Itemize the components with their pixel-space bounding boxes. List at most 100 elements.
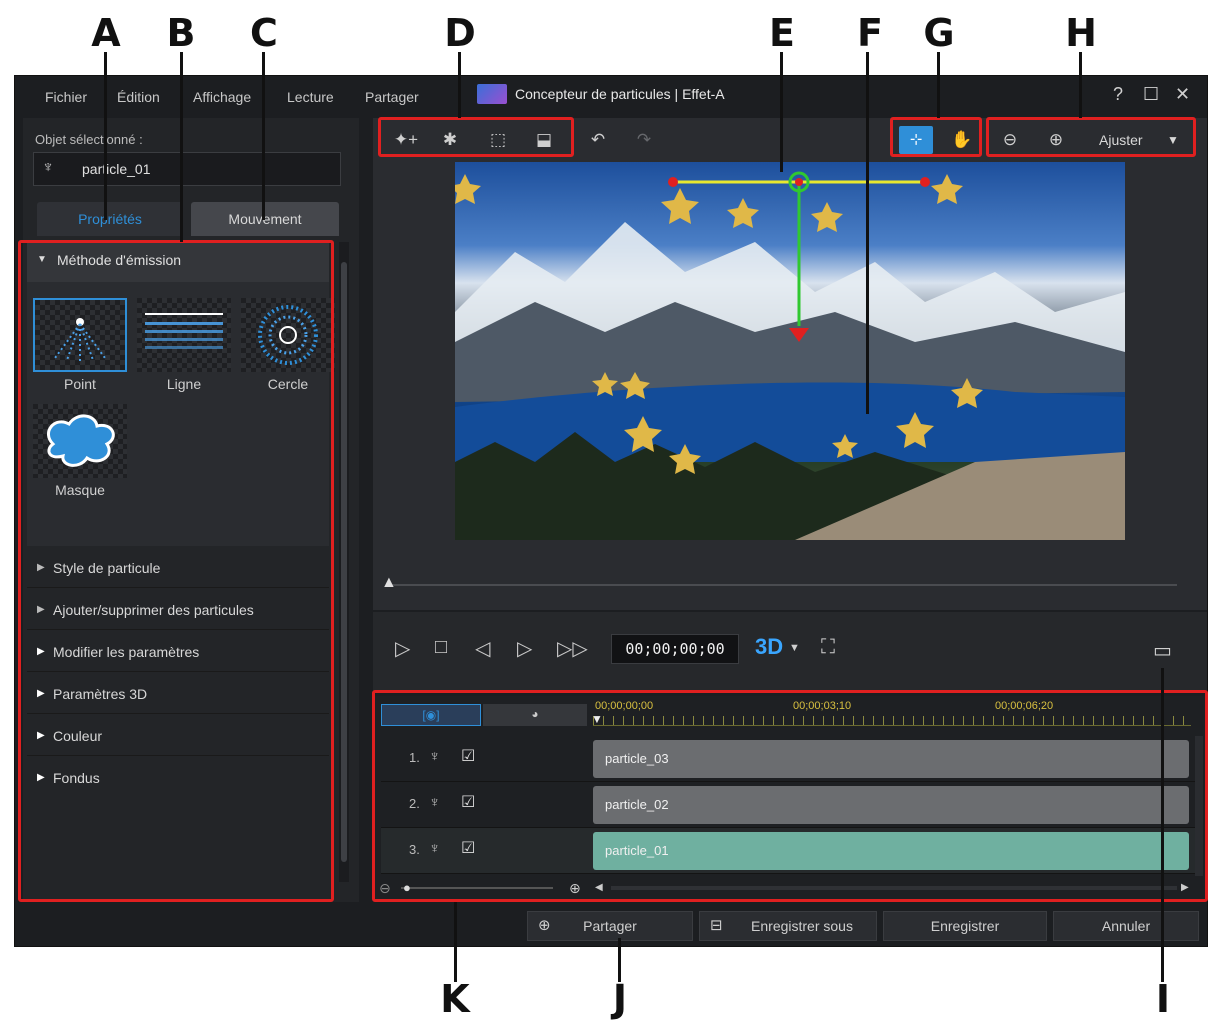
track-number: 1. (409, 750, 420, 765)
section-3d-params[interactable]: ▶ Paramètres 3D (27, 674, 329, 714)
track-number: 3. (409, 842, 420, 857)
timeline-ruler[interactable] (593, 716, 1191, 726)
menu-lecture[interactable]: Lecture (287, 89, 334, 105)
callout-k: K (440, 977, 470, 1021)
track-clip[interactable]: particle_02 (593, 786, 1189, 824)
emitter-mask[interactable] (33, 404, 127, 478)
left-scrollbar[interactable] (339, 242, 349, 882)
save-as-button[interactable]: ⊟ Enregistrer sous (699, 911, 877, 941)
section-modify-params[interactable]: ▶ Modifier les paramètres (27, 632, 329, 672)
tab-motion[interactable]: Mouvement (191, 202, 339, 236)
section-label: Paramètres 3D (53, 686, 148, 702)
callout-j: J (612, 977, 628, 1021)
hand-pan-icon[interactable]: ✋ (945, 126, 979, 154)
expand-triangle-icon: ▶ (37, 730, 45, 741)
track-clip-selected[interactable]: particle_01 (593, 832, 1189, 870)
section-label: Style de particule (53, 560, 161, 576)
fullscreen-icon[interactable]: ⛶ (821, 636, 835, 659)
undo-icon[interactable]: ↶ (581, 126, 615, 154)
menu-edition[interactable]: Édition (117, 89, 160, 105)
section-add-remove[interactable]: ▶ Ajouter/supprimer des particules (27, 590, 329, 630)
section-particle-style[interactable]: ▶ Style de particule (27, 548, 329, 588)
timeline-view-tab-1[interactable]: [◉] (381, 704, 481, 726)
timecode-display[interactable]: 00;00;00;00 (611, 634, 739, 664)
ruler-tick-label: 00;00;03;10 (793, 700, 852, 712)
section-fades[interactable]: ▶ Fondus (27, 758, 329, 798)
next-frame-icon[interactable]: ▷ (517, 636, 532, 661)
section-label: Couleur (53, 728, 103, 744)
visibility-checkbox[interactable]: ☑ (461, 838, 475, 858)
chevron-down-icon[interactable]: ▼ (789, 642, 800, 654)
section-label: Fondus (53, 770, 100, 786)
callout-line-a (104, 52, 107, 220)
callout-line-d (458, 52, 461, 118)
callout-line-h (1079, 52, 1082, 118)
redo-icon[interactable]: ↷ (627, 126, 661, 154)
play-icon[interactable]: ▷ (395, 636, 410, 661)
expand-triangle-icon: ▶ (37, 562, 45, 573)
callout-line-i (1161, 668, 1164, 982)
callout-line-c (262, 52, 265, 220)
tab-properties[interactable]: Propriétés (37, 202, 183, 236)
section-emission[interactable]: ▼ Méthode d'émission (27, 242, 329, 282)
visibility-checkbox[interactable]: ☑ (461, 792, 475, 812)
timeline-vscrollbar[interactable] (1195, 736, 1203, 876)
callout-e: E (769, 11, 795, 55)
timeline-hscrollbar[interactable] (611, 886, 1177, 890)
preview-canvas[interactable] (455, 162, 1125, 540)
zoom-out-icon[interactable]: ⊖ (993, 126, 1027, 154)
selected-object-value: particle_01 (82, 161, 151, 177)
add-title-icon[interactable]: ⬚ (481, 126, 515, 154)
seek-handle-icon[interactable]: ▲ (381, 574, 397, 592)
emitter-circle[interactable] (241, 298, 335, 372)
add-image-icon[interactable]: ⬓ (527, 126, 561, 154)
scroll-left-icon[interactable]: ◀ (595, 882, 603, 893)
close-icon[interactable]: ✕ (1175, 84, 1190, 105)
timeline-zoom-handle[interactable]: ● (403, 880, 411, 895)
timeline-view-tab-2[interactable]: ◕ (483, 704, 587, 726)
zoom-in-icon[interactable]: ⊕ (1039, 126, 1073, 154)
menu-fichier[interactable]: Fichier (45, 89, 87, 105)
stop-icon[interactable]: □ (435, 636, 447, 659)
emitter-point[interactable] (33, 298, 127, 372)
circle-emitter-icon (258, 305, 318, 365)
mask-emitter-icon (46, 414, 115, 467)
toggle-timeline-icon[interactable]: ▭ (1153, 638, 1172, 663)
ruler-tick-label: 00;00;06;20 (995, 700, 1054, 712)
track-number: 2. (409, 796, 420, 811)
help-icon[interactable]: ? (1113, 84, 1123, 105)
timeline-zoom-slider[interactable] (401, 887, 553, 889)
track-clip[interactable]: particle_03 (593, 740, 1189, 778)
select-move-icon[interactable]: ⊹ (899, 126, 933, 154)
save-button[interactable]: Enregistrer (883, 911, 1047, 941)
particle-designer-window: Fichier Édition Affichage Lecture Partag… (14, 75, 1208, 947)
zoom-in-timeline-icon[interactable]: ⊕ (569, 880, 581, 897)
add-particle-object-icon[interactable]: ✱ (433, 126, 467, 154)
mode-3d-toggle[interactable]: 3D (755, 634, 783, 660)
callout-line-e (780, 52, 783, 172)
zoom-fit-dropdown[interactable]: Ajuster ▼ (1085, 126, 1189, 154)
zoom-fit-label: Ajuster (1099, 132, 1143, 148)
add-particle-icon[interactable]: ✦+ (389, 126, 423, 154)
track-row: 2. ♆ ☑ particle_02 (381, 782, 1201, 828)
playhead-icon[interactable]: ▼ (591, 712, 603, 726)
seek-bar[interactable] (387, 584, 1177, 586)
emitter-line[interactable] (137, 298, 231, 372)
menu-affichage[interactable]: Affichage (193, 89, 251, 105)
left-scrollbar-thumb[interactable] (341, 262, 347, 862)
floppy-icon: ⊟ (710, 917, 723, 934)
menu-partager[interactable]: Partager (365, 89, 419, 105)
visibility-checkbox[interactable]: ☑ (461, 746, 475, 766)
fast-forward-icon[interactable]: ▷▷ (557, 636, 588, 661)
app-logo-icon (477, 84, 507, 104)
zoom-out-timeline-icon[interactable]: ⊖ (379, 880, 391, 897)
share-button[interactable]: ⊕ Partager (527, 911, 693, 941)
emitter-circle-label: Cercle (267, 376, 309, 392)
previous-frame-icon[interactable]: ◁ (475, 636, 490, 661)
scroll-right-icon[interactable]: ▶ (1181, 882, 1189, 893)
callout-line-g (937, 52, 940, 118)
cancel-button[interactable]: Annuler (1053, 911, 1199, 941)
section-color[interactable]: ▶ Couleur (27, 716, 329, 756)
selected-object-field[interactable]: ♆ particle_01 (33, 152, 341, 186)
maximize-icon[interactable]: ☐ (1143, 84, 1159, 105)
